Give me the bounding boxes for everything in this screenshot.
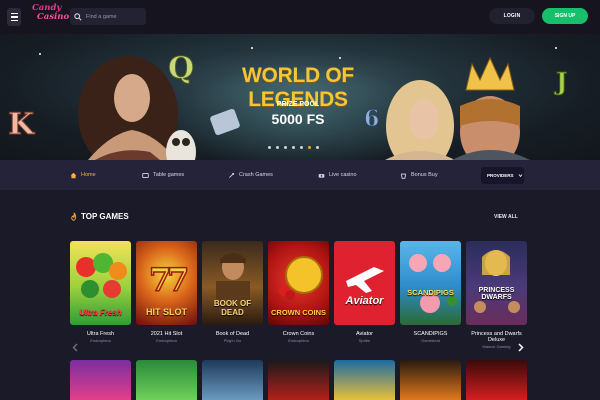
game-provider: Spribe — [358, 338, 371, 343]
game-name: 2021 Hit Slot — [150, 331, 183, 337]
rocket-icon — [229, 172, 235, 178]
game-name: SCANDIPIGS — [413, 331, 448, 337]
slider-dot[interactable] — [300, 146, 303, 149]
slider-dot[interactable] — [316, 146, 319, 149]
chevron-down-icon — [518, 174, 522, 178]
game-thumbnail[interactable]: SCANDIPIGS — [400, 241, 461, 325]
game-card-aviator[interactable]: Aviator Aviator Spribe — [334, 241, 395, 343]
nav-crash-games[interactable]: Crash Games — [228, 170, 273, 180]
game-card-princess-and-dwarfs[interactable]: PRINCESS DWARFS Princess and Dwarfs Delu… — [466, 241, 527, 349]
nav-crash-games-label: Crash Games — [239, 172, 273, 178]
game-name: Book of Dead — [215, 331, 250, 337]
game-name: Aviator — [355, 331, 374, 337]
providers-label: PROVIDERS — [487, 173, 514, 178]
svg-text:K: K — [8, 107, 35, 142]
game-thumb-text: PRINCESS DWARFS — [478, 287, 515, 301]
nav-home-label: Home — [81, 172, 96, 178]
table-games-icon — [142, 172, 149, 178]
menu-icon[interactable] — [7, 8, 21, 26]
pigs-artwork — [409, 254, 457, 313]
view-all-link[interactable]: VIEW ALL — [494, 214, 518, 220]
game-thumbnail[interactable] — [268, 360, 329, 400]
slider-dot[interactable] — [292, 146, 295, 149]
prize-pool-value: 5000 FS — [271, 111, 325, 127]
game-thumb-text: Ultra Fresh — [79, 308, 122, 317]
live-casino-icon — [318, 173, 325, 178]
game-card-ultra-fresh[interactable]: Ultra Fresh Ultra Fresh Endorphina — [70, 241, 131, 343]
game-card-2021-hit-slot[interactable]: 7 7 HIT SLOT 2021 Hit Slot Endorphina — [136, 241, 197, 343]
princess-artwork — [474, 250, 520, 313]
search-input[interactable] — [86, 13, 146, 20]
chevron-left-icon — [72, 342, 78, 352]
site-logo[interactable]: Candy Casino — [32, 4, 70, 30]
providers-dropdown[interactable]: PROVIDERS — [481, 167, 524, 184]
game-provider: Endorphina — [156, 338, 177, 343]
game-provider: Endorphina — [288, 338, 309, 343]
chevron-right-icon — [518, 342, 524, 352]
nav-home[interactable]: Home — [70, 170, 96, 180]
game-thumbnail[interactable]: Aviator — [334, 241, 395, 325]
home-icon — [70, 172, 77, 178]
game-thumbnail[interactable] — [400, 360, 461, 400]
game-thumbnail[interactable]: CROWN COINS — [268, 241, 329, 325]
slider-dots — [268, 146, 319, 149]
game-provider: Endorphina — [90, 338, 111, 343]
game-thumbnail[interactable] — [334, 360, 395, 400]
game-thumbnail[interactable]: 7 7 HIT SLOT — [136, 241, 197, 325]
games-row-2 — [70, 360, 528, 400]
game-thumbnail[interactable] — [70, 360, 131, 400]
top-games-carousel: Ultra Fresh Ultra Fresh Endorphina 7 7 H… — [70, 241, 528, 355]
game-name: Ultra Fresh — [86, 331, 115, 337]
game-name: Crown Coins — [282, 331, 315, 337]
carousel-prev-button[interactable] — [71, 342, 79, 352]
plane-artwork — [346, 267, 384, 293]
game-thumb-text: CROWN COINS — [271, 308, 326, 317]
slider-dot[interactable] — [276, 146, 279, 149]
svg-text:J: J — [554, 67, 567, 96]
game-thumb-text: SCANDIPIGS — [407, 288, 454, 297]
carousel-next-button[interactable] — [517, 342, 525, 352]
search-box[interactable] — [70, 8, 146, 25]
slider-dot[interactable] — [268, 146, 271, 149]
game-provider: Gamebeat — [421, 338, 440, 343]
slider-dot-active[interactable] — [308, 146, 311, 149]
game-thumb-text: Aviator — [345, 295, 384, 307]
promo-banner[interactable]: K Q J 6 WORLD OF LEGENDS PRIZE POOL 5000… — [0, 34, 600, 160]
top-header: Candy Casino LOGIN SIGN UP — [0, 0, 600, 34]
game-card-book-of-dead[interactable]: BOOK OF DEAD Book of Dead Play'n Go — [202, 241, 263, 343]
game-thumbnail[interactable]: PRINCESS DWARFS — [466, 241, 527, 325]
slider-dot[interactable] — [284, 146, 287, 149]
nav-bonus-buy[interactable]: Bonus Buy — [400, 170, 438, 180]
nav-bonus-buy-label: Bonus Buy — [411, 172, 438, 178]
fire-icon — [71, 212, 77, 221]
section-title-top-games: TOP GAMES — [70, 212, 129, 221]
game-provider: Play'n Go — [223, 338, 242, 343]
game-card-scandipigs[interactable]: SCANDIPIGS SCANDIPIGS Gamebeat — [400, 241, 461, 343]
svg-text:Q: Q — [168, 51, 194, 86]
signup-button[interactable]: SIGN UP — [542, 8, 588, 24]
nav-table-games[interactable]: Table games — [142, 170, 184, 180]
game-thumb-text: HIT SLOT — [146, 307, 187, 317]
nav-table-games-label: Table games — [153, 172, 185, 178]
bonus-buy-icon — [400, 173, 407, 179]
top-games-title: TOP GAMES — [81, 212, 129, 221]
nav-live-casino-label: Live casino — [329, 172, 357, 178]
game-thumbnail[interactable] — [466, 360, 527, 400]
game-thumbnail[interactable]: BOOK OF DEAD — [202, 241, 263, 325]
logo-word-2: Casino — [37, 12, 70, 22]
game-thumbnail[interactable] — [202, 360, 263, 400]
svg-text:7: 7 — [167, 261, 189, 299]
prize-pool-label: PRIZE POOL — [276, 101, 320, 108]
search-icon — [74, 12, 82, 21]
nav-live-casino[interactable]: Live casino — [318, 170, 357, 180]
game-card-crown-coins[interactable]: CROWN COINS Crown Coins Endorphina — [268, 241, 329, 343]
game-thumbnail[interactable]: Ultra Fresh — [70, 241, 131, 325]
login-button[interactable]: LOGIN — [489, 8, 535, 24]
game-thumbnail[interactable] — [136, 360, 197, 400]
game-thumb-text: BOOK OF DEAD — [213, 299, 252, 317]
